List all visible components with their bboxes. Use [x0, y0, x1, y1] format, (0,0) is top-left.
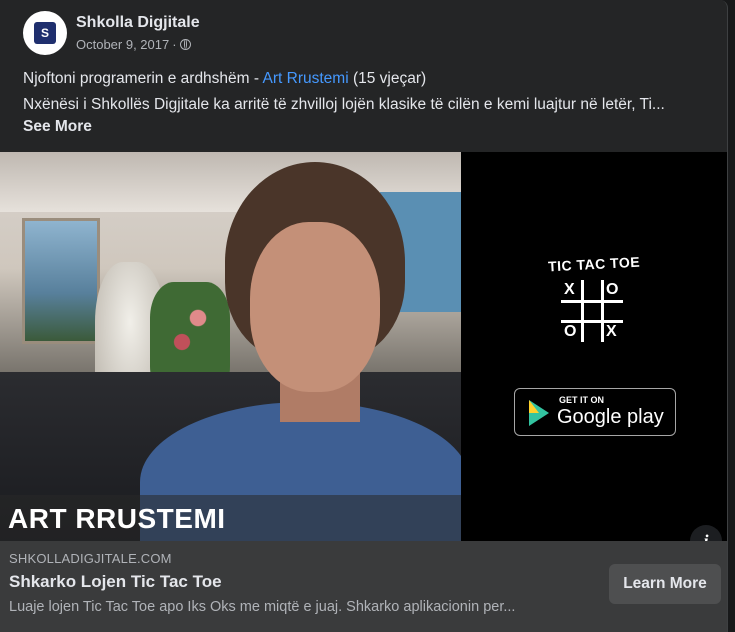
link-title[interactable]: Shkarko Lojen Tic Tac Toe — [9, 572, 222, 592]
separator: · — [172, 37, 177, 52]
grid-mark: O — [564, 323, 577, 340]
see-more-button[interactable]: See More — [23, 116, 713, 138]
page-name-link[interactable]: Shkolla Digjitale — [76, 13, 200, 33]
post-text-line-2: Nxënësi i Shkollës Digjitale ka arritë t… — [23, 96, 665, 113]
name-caption: ART RRUSTEMI — [8, 503, 226, 534]
post-text: Njoftoni programerin e ardhshëm - Art Rr… — [23, 68, 713, 138]
post-text-prefix: Njoftoni programerin e ardhshëm - — [23, 70, 263, 87]
link-preview[interactable]: SHKOLLADIGJITALE.COM Shkarko Lojen Tic T… — [0, 541, 727, 632]
link-description: Luaje lojen Tic Tac Toe apo Iks Oks me m… — [9, 599, 516, 615]
grid-mark: X — [564, 281, 575, 298]
post-date[interactable]: October 9, 2017 — [76, 36, 169, 53]
photo-background-painting — [22, 218, 100, 344]
post-text-line-1: Njoftoni programerin e ardhshëm - Art Rr… — [23, 68, 713, 90]
globe-icon[interactable] — [179, 39, 191, 50]
post-card: S Shkolla Digjitale October 9, 2017 · Nj… — [0, 0, 728, 632]
promo-panel: TIC TAC TOE X O O X GET IT ON Google pla… — [461, 152, 727, 541]
page-avatar[interactable]: S — [23, 11, 67, 55]
play-store-icon-accent — [529, 400, 539, 413]
google-play-badge: GET IT ON Google play — [514, 388, 676, 436]
tic-tac-toe-icon: X O O X — [561, 280, 623, 342]
post-subline: October 9, 2017 · — [76, 36, 200, 53]
logo-icon: S — [34, 22, 56, 44]
post-text-suffix: (15 vjeçar) — [348, 70, 427, 87]
post-header: S Shkolla Digjitale October 9, 2017 · — [23, 11, 200, 55]
badge-main-text: Google play — [557, 406, 664, 428]
mention-link[interactable]: Art Rrustemi — [263, 70, 349, 87]
learn-more-button[interactable]: Learn More — [609, 564, 721, 604]
post-meta: Shkolla Digjitale October 9, 2017 · — [76, 13, 200, 53]
link-domain: SHKOLLADIGJITALE.COM — [9, 551, 172, 566]
badge-top-text: GET IT ON — [559, 395, 604, 405]
portrait-photo: ART RRUSTEMI — [0, 152, 461, 541]
post-image[interactable]: ART RRUSTEMI TIC TAC TOE X O O X GET IT … — [0, 152, 727, 541]
photo-person — [140, 162, 461, 541]
person-face — [250, 222, 380, 392]
grid-mark: X — [606, 323, 617, 340]
grid-mark: O — [606, 281, 619, 298]
promo-title: TIC TAC TOE — [547, 253, 641, 275]
